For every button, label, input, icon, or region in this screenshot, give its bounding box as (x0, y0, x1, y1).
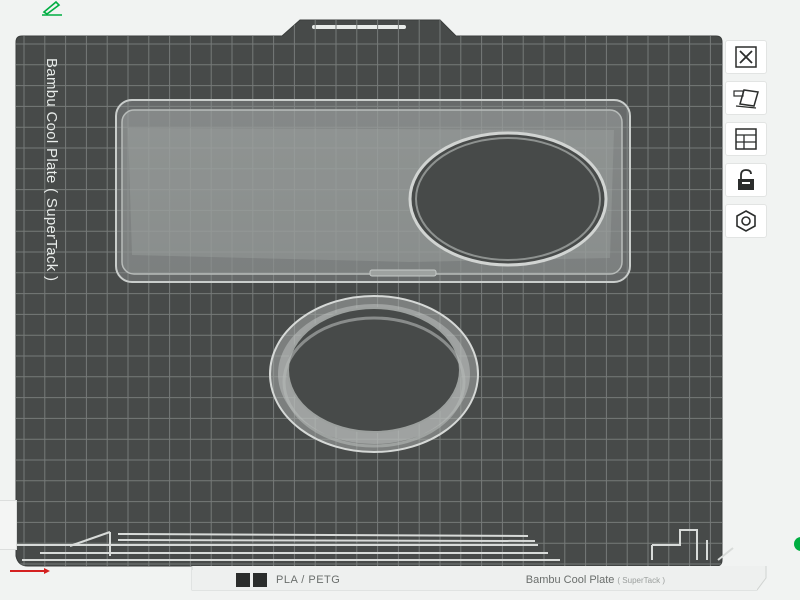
plate-name-sub: ( SuperTack ) (617, 576, 665, 585)
plate-settings-button[interactable] (725, 204, 767, 238)
auto-orient-button[interactable] (725, 81, 767, 115)
left-panel-tab[interactable] (0, 500, 17, 550)
close-plate-button[interactable] (725, 40, 767, 74)
lock-plate-button[interactable] (725, 163, 767, 197)
ring-model[interactable] (269, 295, 479, 453)
close-icon (735, 46, 757, 68)
bambu-logo-icon (236, 573, 270, 587)
plate-type-label-vertical: Bambu Cool Plate ( SuperTack ) (43, 58, 60, 282)
plate-info-bar: PLA / PETG Bambu Cool Plate( SuperTack ) (192, 570, 757, 590)
plate-handle (312, 25, 406, 29)
axis-indicator (10, 568, 50, 574)
3d-viewport[interactable]: Bambu Cool Plate ( SuperTack ) PLA / PET… (0, 0, 800, 600)
logo-mark-a-icon (236, 573, 250, 587)
phone-case-model[interactable] (115, 99, 631, 283)
arrange-button[interactable] (725, 122, 767, 156)
plate-name: Bambu Cool Plate( SuperTack ) (526, 574, 665, 586)
hex-nut-icon (736, 210, 756, 232)
build-plate-scene[interactable] (0, 0, 800, 600)
filament-type: PLA / PETG (276, 574, 341, 586)
unlock-icon (738, 169, 754, 190)
auto-orient-icon (733, 89, 759, 109)
logo-mark-b-icon (253, 573, 267, 587)
arrange-icon (735, 128, 757, 150)
edit-pencil-icon[interactable] (40, 0, 66, 21)
plate-name-main: Bambu Cool Plate (525, 574, 615, 586)
plate-toolbar (725, 40, 769, 245)
